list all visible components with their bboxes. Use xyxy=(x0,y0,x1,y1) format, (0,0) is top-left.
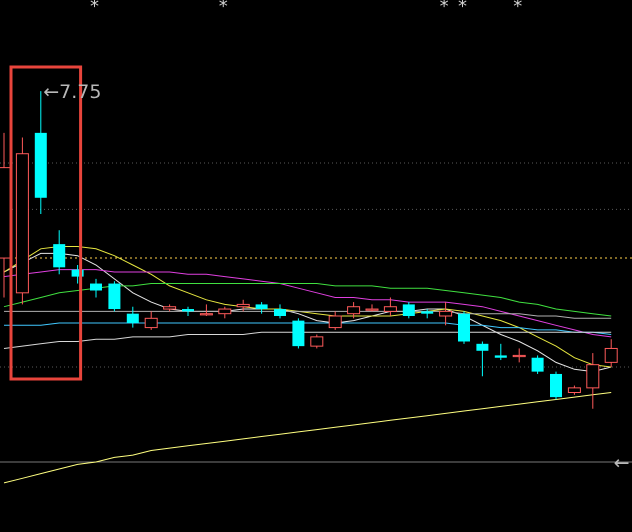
candlestick-chart: ←7.75 ← * * * * * xyxy=(0,0,632,532)
candle-body-22 xyxy=(402,304,415,316)
candle-body-16 xyxy=(292,320,305,347)
candle-body-5 xyxy=(90,283,102,291)
candle-body-33 xyxy=(604,347,618,363)
candle-body-12 xyxy=(218,308,232,315)
price-annotation-1: ← xyxy=(614,452,630,474)
candle-17 xyxy=(310,334,324,349)
signal-marker-4: * xyxy=(513,0,522,17)
candle-body-25 xyxy=(458,313,470,342)
candle-body-19 xyxy=(347,306,361,315)
signal-marker-1: * xyxy=(219,0,228,17)
candle-body-29 xyxy=(531,357,544,372)
candle-16 xyxy=(292,318,305,349)
candle-body-26 xyxy=(476,343,489,351)
signal-marker-0: * xyxy=(90,0,99,17)
candle-body-15 xyxy=(274,309,286,316)
candle-body-9 xyxy=(163,306,177,310)
candle-body-27 xyxy=(494,355,507,358)
signal-marker-2: * xyxy=(440,0,449,17)
candle-body-23 xyxy=(421,311,434,314)
candle-body-10 xyxy=(182,309,194,312)
candle-1 xyxy=(15,137,29,305)
candle-6 xyxy=(108,281,121,312)
candle-body-21 xyxy=(383,306,397,312)
candle-body-24 xyxy=(439,310,453,317)
price-annotation-0: ←7.75 xyxy=(43,81,101,103)
candle-body-18 xyxy=(328,315,342,329)
candle-body-14 xyxy=(255,304,268,310)
candle-30 xyxy=(550,371,562,400)
candle-body-1 xyxy=(15,153,29,294)
candle-body-13 xyxy=(236,303,250,308)
candle-body-8 xyxy=(144,317,158,329)
signal-marker-3: * xyxy=(458,0,467,17)
candle-body-2 xyxy=(34,132,47,198)
candle-22 xyxy=(402,302,415,319)
candle-body-17 xyxy=(310,336,324,347)
candle-body-0 xyxy=(0,167,11,259)
candle-body-11 xyxy=(199,313,213,316)
candle-body-30 xyxy=(550,373,562,398)
chart-background xyxy=(0,0,632,532)
candle-25 xyxy=(458,311,470,344)
candle-29 xyxy=(531,355,544,374)
candle-body-31 xyxy=(567,387,581,394)
candle-body-32 xyxy=(586,364,600,389)
candle-body-20 xyxy=(365,308,379,311)
candle-body-3 xyxy=(53,244,66,268)
candle-body-7 xyxy=(126,313,139,323)
candle-body-6 xyxy=(108,283,121,310)
candle-body-28 xyxy=(512,354,526,358)
